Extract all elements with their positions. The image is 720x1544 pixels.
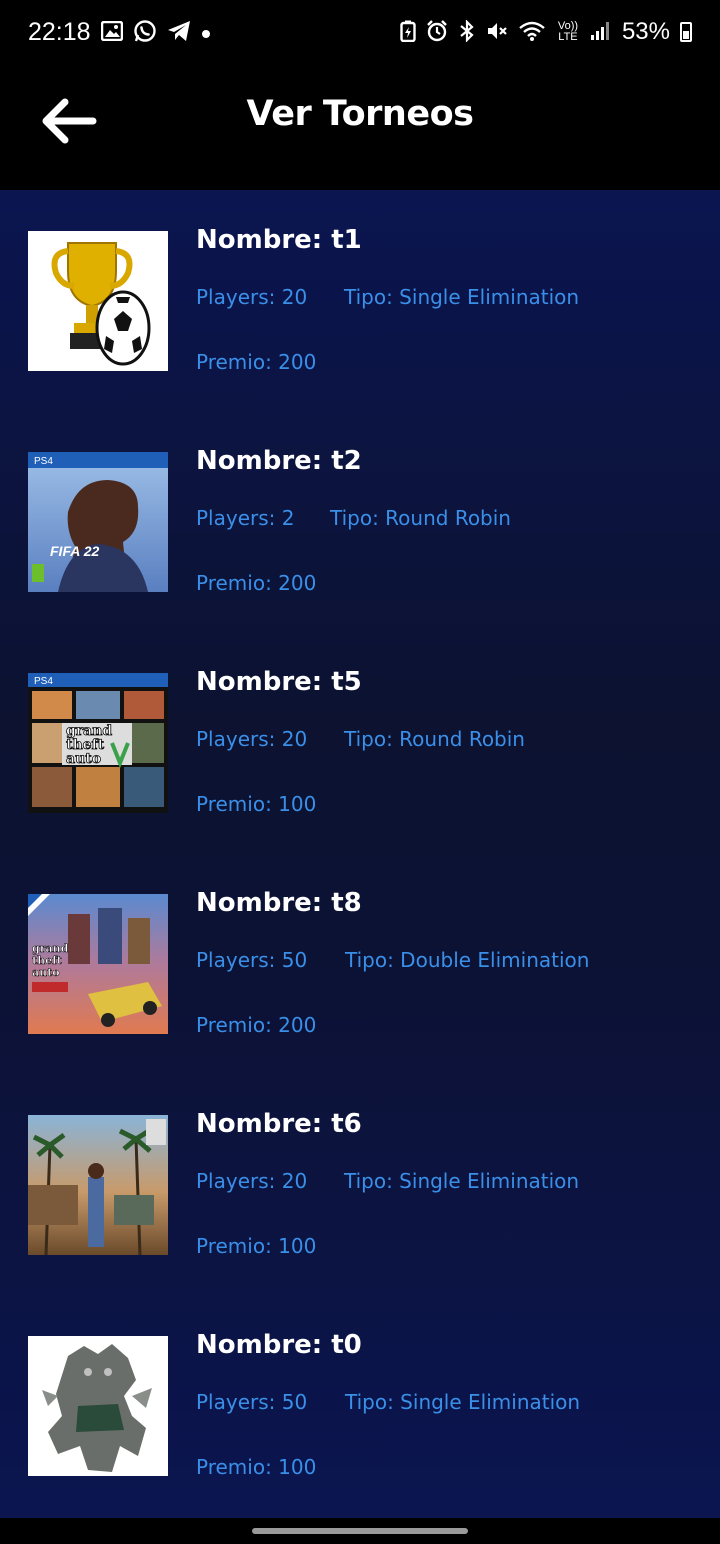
trophy-soccer-ball-icon <box>28 231 168 371</box>
tournament-players: Players: 20 <box>196 285 308 309</box>
tournament-type: Tipo: Round Robin <box>344 727 525 751</box>
ps4-cover-label: PS4 <box>34 456 53 467</box>
gta-v-cover-image: PS4 grand theft auto <box>28 673 168 813</box>
tournament-type: Tipo: Single Elimination <box>344 1169 580 1193</box>
tournament-name: Nombre: t2 <box>196 446 362 476</box>
tournament-type: Tipo: Single Elimination <box>344 285 580 309</box>
tournament-name: Nombre: t0 <box>196 1330 362 1360</box>
battery-icon <box>680 22 692 42</box>
tournament-thumbnail <box>28 231 168 371</box>
tournament-thumbnail <box>28 1115 168 1255</box>
battery-saver-icon <box>400 20 416 45</box>
tournament-players: Players: 50 <box>196 1390 308 1414</box>
tournament-list[interactable]: Nombre: t1 Players: 20 Tipo: Single Elim… <box>0 190 720 1518</box>
alarm-icon <box>426 19 448 45</box>
tournament-name: Nombre: t8 <box>196 888 362 918</box>
gta-title-line3: auto <box>32 966 60 979</box>
home-indicator[interactable] <box>252 1528 468 1534</box>
status-right: Vo)) LTE 53% <box>400 18 692 46</box>
tournament-item[interactable]: grand theft auto Nombre: t8 Players: 50 … <box>0 853 720 1053</box>
gta-title-line3: auto <box>66 751 101 767</box>
tournament-item[interactable]: FIFA 22 PS4 Nombre: t2 Players: 2 Tipo: … <box>0 411 720 611</box>
telegram-icon <box>167 20 191 45</box>
tournament-item[interactable]: Nombre: t6 Players: 20 Tipo: Single Elim… <box>0 1074 720 1274</box>
tournament-players: Players: 50 <box>196 948 308 972</box>
system-nav-bar <box>0 1518 720 1544</box>
ps4-cover-label: PS4 <box>34 676 53 687</box>
tournament-item[interactable]: Nombre: t0 Players: 50 Tipo: Single Elim… <box>0 1295 720 1495</box>
wifi-icon <box>518 20 546 45</box>
tournament-name: Nombre: t5 <box>196 667 362 697</box>
tournament-thumbnail: PS4 grand theft auto <box>28 673 168 813</box>
whatsapp-icon <box>133 19 157 46</box>
tournament-prize: Premio: 200 <box>196 1013 317 1037</box>
volte-icon: Vo)) LTE <box>557 20 579 43</box>
bluetooth-icon <box>458 18 476 45</box>
status-left: 22:18 <box>28 18 211 47</box>
status-bar: 22:18 Vo)) LTE 53% <box>0 0 720 64</box>
monster-figure-image <box>28 1336 168 1476</box>
tournament-type: Tipo: Single Elimination <box>345 1390 581 1414</box>
tournament-prize: Premio: 100 <box>196 792 317 816</box>
tournament-name: Nombre: t6 <box>196 1109 362 1139</box>
tournament-prize: Premio: 100 <box>196 1455 317 1479</box>
tournament-prize: Premio: 200 <box>196 350 317 374</box>
battery-percent: 53% <box>621 18 670 45</box>
tournament-item[interactable]: Nombre: t1 Players: 20 Tipo: Single Elim… <box>0 190 720 390</box>
tournament-type: Tipo: Double Elimination <box>345 948 590 972</box>
tournament-players: Players: 2 <box>196 506 295 530</box>
fifa-22-cover-image: FIFA 22 PS4 <box>28 452 168 592</box>
fifa-cover-text: FIFA 22 <box>50 543 99 559</box>
tournament-item[interactable]: PS4 grand theft auto Nombre: t5 Players:… <box>0 632 720 832</box>
app-bar: Ver Torneos <box>0 64 720 190</box>
tournament-type: Tipo: Round Robin <box>330 506 511 530</box>
signal-icon <box>590 21 612 44</box>
tournament-thumbnail: grand theft auto <box>28 894 168 1034</box>
tournament-prize: Premio: 100 <box>196 1234 317 1258</box>
status-time: 22:18 <box>28 17 91 46</box>
tournament-thumbnail <box>28 1336 168 1476</box>
tournament-thumbnail: FIFA 22 PS4 <box>28 452 168 592</box>
tournament-prize: Premio: 200 <box>196 571 317 595</box>
tournament-name: Nombre: t1 <box>196 225 362 255</box>
gta-chinatown-cover-image: grand theft auto <box>28 894 168 1034</box>
gta-san-andreas-scene-image <box>28 1115 168 1255</box>
tournament-players: Players: 20 <box>196 727 308 751</box>
image-icon <box>100 20 123 44</box>
mute-icon <box>486 20 508 45</box>
page-title: Ver Torneos <box>246 94 474 134</box>
tournament-players: Players: 20 <box>196 1169 308 1193</box>
dot-icon <box>201 22 211 42</box>
